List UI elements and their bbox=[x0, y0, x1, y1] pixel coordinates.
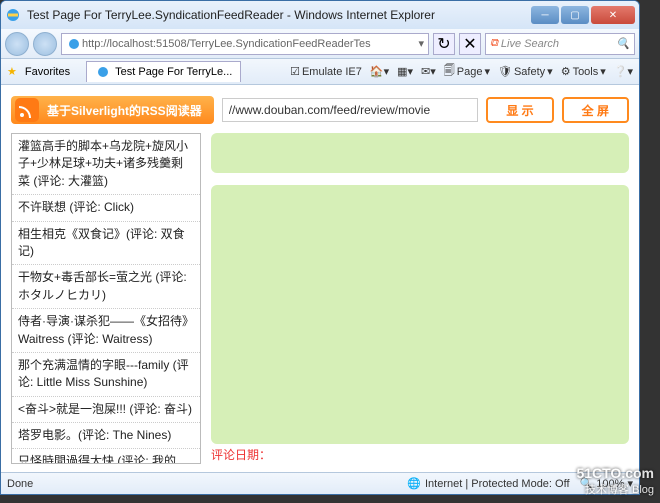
search-placeholder: Live Search bbox=[501, 38, 559, 50]
command-bar: ☑ Emulate IE7 🏠▾ ▦▾ ✉▾ 🗐 Page ▾ 🛡 Safety… bbox=[290, 62, 633, 81]
refresh-button[interactable]: ↻ bbox=[433, 33, 455, 55]
favorites-label[interactable]: Favorites bbox=[25, 66, 70, 78]
watermark: 51CTO.com 技术博客 Blog bbox=[576, 465, 654, 497]
detail-column: 评论日期： bbox=[211, 133, 629, 464]
back-button[interactable] bbox=[5, 32, 29, 56]
help-button[interactable]: ❔▾ bbox=[614, 65, 633, 78]
feed-list[interactable]: 灌篮高手的脚本+乌龙院+旋风小子+少林足球+功夫+诸多残羹剩菜 (评论: 大灌篮… bbox=[11, 133, 201, 464]
window-title: Test Page For TerryLee.SyndicationFeedRe… bbox=[27, 8, 531, 22]
globe-icon: 🌐 bbox=[407, 477, 421, 490]
list-item[interactable]: 不许联想 (评论: Click) bbox=[12, 195, 200, 221]
detail-content-box bbox=[211, 185, 629, 444]
address-bar[interactable]: http://localhost:51508/TerryLee.Syndicat… bbox=[61, 33, 429, 55]
list-item[interactable]: 干物女+毒舌部长=萤之光 (评论: ホタルノヒカリ) bbox=[12, 265, 200, 309]
tab-title: Test Page For TerryLe... bbox=[115, 66, 232, 78]
active-tab[interactable]: Test Page For TerryLe... bbox=[86, 61, 241, 82]
ie-page-icon bbox=[66, 36, 82, 52]
tools-menu[interactable]: ⚙ Tools ▾ bbox=[561, 65, 606, 78]
titlebar: Test Page For TerryLee.SyndicationFeedRe… bbox=[1, 1, 639, 29]
review-date-label: 评论日期： bbox=[211, 444, 629, 464]
security-zone[interactable]: 🌐Internet | Protected Mode: Off bbox=[407, 477, 569, 490]
window-buttons: ─ ▢ ✕ bbox=[531, 6, 635, 24]
address-url: http://localhost:51508/TerryLee.Syndicat… bbox=[82, 38, 418, 50]
forward-button[interactable] bbox=[33, 32, 57, 56]
maximize-button[interactable]: ▢ bbox=[561, 6, 589, 24]
minimize-button[interactable]: ─ bbox=[531, 6, 559, 24]
close-button[interactable]: ✕ bbox=[591, 6, 635, 24]
watermark-main: 51CTO.com bbox=[576, 465, 654, 481]
status-bar: Done 🌐Internet | Protected Mode: Off 🔍 1… bbox=[1, 472, 639, 494]
list-item[interactable]: 灌篮高手的脚本+乌龙院+旋风小子+少林足球+功夫+诸多残羹剩菜 (评论: 大灌篮… bbox=[12, 134, 200, 195]
favorites-star-icon[interactable]: ★ bbox=[7, 65, 17, 78]
brand-text: 基于Silverlight的RSS阅读器 bbox=[47, 102, 202, 119]
safety-menu[interactable]: 🛡 Safety ▾ bbox=[498, 65, 553, 78]
dropdown-icon[interactable]: ▾ bbox=[418, 37, 424, 50]
fullscreen-button[interactable]: 全 屏 bbox=[562, 97, 629, 123]
search-icon[interactable]: 🔍 bbox=[616, 37, 630, 50]
watermark-sub: 技术博客 Blog bbox=[576, 481, 654, 497]
feeds-button[interactable]: ▦▾ bbox=[397, 65, 413, 78]
page-menu[interactable]: 🗐 Page ▾ bbox=[444, 62, 490, 81]
list-item[interactable]: 那个充满温情的字眼---family (评论: Little Miss Suns… bbox=[12, 353, 200, 397]
ie-tab-icon bbox=[95, 64, 111, 80]
search-box[interactable]: ⧉ Live Search 🔍 bbox=[485, 33, 635, 55]
emulate-button[interactable]: ☑ Emulate IE7 bbox=[290, 65, 362, 78]
tab-strip: Test Page For TerryLe... bbox=[86, 61, 241, 82]
app-header: 基于Silverlight的RSS阅读器 显 示 全 屏 bbox=[11, 93, 629, 127]
bing-icon: ⧉ bbox=[490, 37, 498, 50]
app-brand: 基于Silverlight的RSS阅读器 bbox=[11, 96, 214, 124]
list-item[interactable]: 只怪時間過得太快 (评论: 我的 bbox=[12, 449, 200, 464]
home-button[interactable]: 🏠▾ bbox=[370, 65, 389, 78]
list-item[interactable]: 侍者·导演·谋杀犯——《女招待》Waitress (评论: Waitress) bbox=[12, 309, 200, 353]
stop-button[interactable]: ✕ bbox=[459, 33, 481, 55]
favorites-bar: ★ Favorites Test Page For TerryLe... ☑ E… bbox=[1, 59, 639, 85]
page-content: 基于Silverlight的RSS阅读器 显 示 全 屏 灌篮高手的脚本+乌龙院… bbox=[1, 87, 639, 472]
detail-title-box bbox=[211, 133, 629, 173]
main-row: 灌篮高手的脚本+乌龙院+旋风小子+少林足球+功夫+诸多残羹剩菜 (评论: 大灌篮… bbox=[11, 133, 629, 464]
rss-icon bbox=[15, 98, 39, 122]
list-item[interactable]: <奋斗>就是一泡屎!!! (评论: 奋斗) bbox=[12, 397, 200, 423]
feed-url-input[interactable] bbox=[222, 98, 479, 122]
ie-icon bbox=[5, 7, 21, 23]
list-item[interactable]: 塔罗电影。(评论: The Nines) bbox=[12, 423, 200, 449]
list-item[interactable]: 相生相克《双食记》(评论: 双食记) bbox=[12, 222, 200, 266]
nav-bar: http://localhost:51508/TerryLee.Syndicat… bbox=[1, 29, 639, 59]
ie-window: Test Page For TerryLee.SyndicationFeedRe… bbox=[0, 0, 640, 495]
show-button[interactable]: 显 示 bbox=[486, 97, 553, 123]
mail-button[interactable]: ✉▾ bbox=[421, 65, 436, 78]
status-done: Done bbox=[7, 478, 33, 490]
